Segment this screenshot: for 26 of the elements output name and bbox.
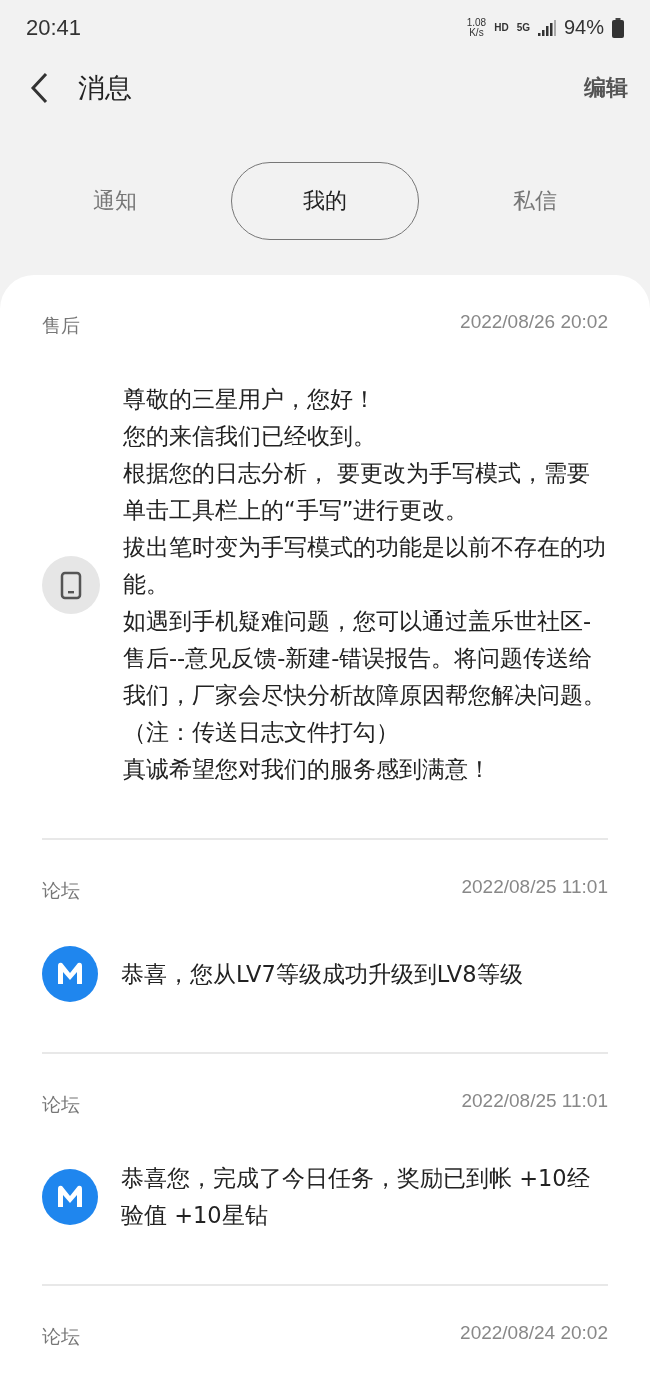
clock: 20:41 (26, 14, 82, 41)
message-time: 2022/08/25 11:01 (461, 876, 608, 898)
back-button[interactable] (30, 71, 48, 104)
message-category: 售后 (42, 313, 80, 338)
signal-icon (537, 19, 556, 36)
message-category: 论坛 (42, 1324, 80, 1349)
edit-button[interactable]: 编辑 (584, 72, 628, 103)
message-text: 恭喜您，完成了今日任务，奖励已到帐 +10经验值 +10星钻 (121, 1164, 591, 1230)
tab[interactable]: 私信 (441, 162, 629, 240)
message-category: 论坛 (42, 1092, 80, 1117)
network-speed: 1.08 K/s (466, 17, 487, 38)
tab[interactable]: 通知 (21, 162, 209, 240)
phone-icon (42, 555, 100, 614)
forum-logo-icon (42, 1169, 98, 1225)
network-type: 5G (516, 22, 530, 33)
battery-level: 94% (563, 16, 604, 39)
message-time: 2022/08/25 11:01 (461, 1090, 608, 1112)
message-text: 恭喜，您从LV7等级成功升级到LV8等级 (121, 959, 524, 989)
message-time: 2022/08/26 20:02 (460, 311, 608, 333)
message-category: 论坛 (42, 878, 80, 903)
page-title: 消息 (78, 70, 133, 105)
hd-indicator: HD (494, 22, 509, 33)
message-time: 2022/08/24 20:02 (460, 1322, 608, 1344)
message-text: 尊敬的三星用户，您好！ 您的来信我们已经收到。 根据您的日志分析， 要更改为手写模式，需要单击工具栏上的“手写”进行更改。 拔出笔时变为手写模式的功能是以前不存在的功能。 如遇到手机疑难问题，您可以通过盖乐世社区-售后--意见反馈-新建-错误报告。将问题传送给我们，厂家会尽快分析故障原因帮您解决问题。（注：传送日志文件打勾） 真诚希望您对我们的服务感到满意！ (123, 385, 607, 784)
battery-icon (612, 17, 624, 38)
forum-logo-icon (42, 946, 98, 1002)
